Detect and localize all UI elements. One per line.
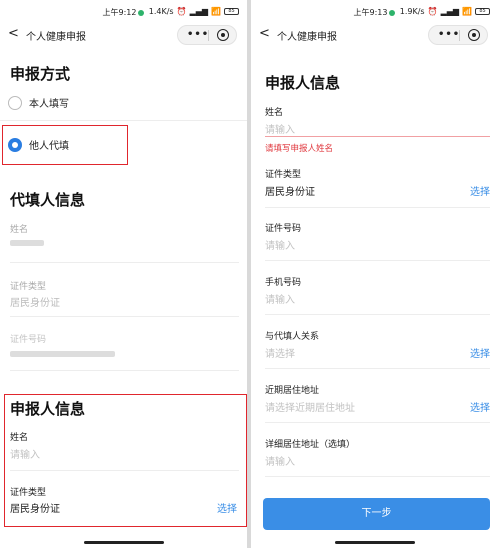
capsule-divider — [459, 30, 460, 41]
divider — [265, 422, 490, 423]
back-arrow-icon[interactable]: < — [259, 26, 270, 41]
back-arrow-icon[interactable]: < — [8, 26, 19, 41]
reporter-name-label: 姓名 — [10, 433, 29, 443]
status-bar: 上午9:12 1.4K/s ⏰ ▂▄▆ 📶 85 — [0, 0, 247, 22]
more-dots-icon[interactable]: ••• — [187, 29, 209, 40]
wechat-dot-icon — [138, 10, 145, 16]
divider — [265, 476, 490, 477]
idtype-label: 证件类型 — [265, 170, 302, 180]
reporter-idtype-select[interactable]: 选择 — [217, 500, 237, 515]
method-heading: 申报方式 — [10, 65, 71, 83]
reporter-idtype-label: 证件类型 — [10, 488, 47, 498]
page-title: 个人健康申报 — [26, 32, 86, 43]
phone-input[interactable]: 请输入 — [265, 291, 295, 306]
alarm-icon: ⏰ — [176, 7, 187, 16]
redacted-idnum — [10, 351, 115, 357]
idtype-select[interactable]: 选择 — [470, 183, 490, 198]
wifi-icon: 📶 — [211, 7, 221, 16]
screenshot-composite: 上午9:12 1.4K/s ⏰ ▂▄▆ 📶 85 < 个人健康申报 ••• 申报… — [0, 0, 498, 548]
reporter-heading: 申报人信息 — [10, 400, 86, 418]
radio-proxy[interactable]: 他人代填 — [8, 137, 69, 152]
left-screen: 上午9:12 1.4K/s ⏰ ▂▄▆ 📶 85 < 个人健康申报 ••• 申报… — [0, 0, 247, 548]
name-error-text: 请填写申报人姓名 — [265, 144, 334, 154]
signal-icon: ▂▄▆ — [440, 7, 460, 16]
recent-addr-input[interactable]: 请选择近期居住地址 — [265, 399, 355, 414]
signal-icon: ▂▄▆ — [189, 7, 209, 16]
relation-input[interactable]: 请选择 — [265, 345, 295, 360]
close-target-icon[interactable] — [468, 29, 480, 41]
battery-icon: 85 — [475, 8, 490, 15]
radio-self-label: 本人填写 — [29, 99, 69, 110]
net-speed: 1.9K/s — [399, 7, 425, 16]
divider — [265, 207, 490, 208]
divider — [10, 470, 239, 471]
reporter-name-input[interactable]: 请输入 — [10, 446, 40, 461]
divider — [10, 262, 239, 263]
battery-icon: 85 — [224, 8, 239, 15]
name-input[interactable]: 请输入 — [265, 121, 295, 136]
next-step-button[interactable]: 下一步 — [263, 498, 490, 530]
detail-addr-label: 详细居住地址（选填） — [265, 440, 356, 450]
radio-proxy-label: 他人代填 — [29, 141, 69, 152]
idnum-input[interactable]: 请输入 — [265, 237, 295, 252]
wifi-icon: 📶 — [462, 7, 472, 16]
radio-self[interactable]: 本人填写 — [8, 95, 69, 110]
recent-addr-label: 近期居住地址 — [265, 386, 320, 396]
status-time: 上午9:12 — [102, 8, 137, 17]
wechat-dot-icon — [389, 10, 396, 16]
close-target-icon[interactable] — [217, 29, 229, 41]
right-screen: 上午9:13 1.9K/s ⏰ ▂▄▆ 📶 85 < 个人健康申报 ••• 申报… — [251, 0, 498, 548]
proxy-idnum-label: 证件号码 — [10, 335, 47, 345]
capsule-divider — [208, 30, 209, 41]
status-time: 上午9:13 — [353, 8, 388, 17]
home-indicator[interactable] — [334, 541, 415, 544]
status-bar: 上午9:13 1.9K/s ⏰ ▂▄▆ 📶 85 — [251, 0, 498, 22]
nav-bar: < 个人健康申报 ••• — [251, 22, 498, 48]
recent-addr-select[interactable]: 选择 — [470, 399, 490, 414]
reporter-idtype-value: 居民身份证 — [10, 504, 60, 515]
idtype-value: 居民身份证 — [265, 187, 315, 198]
divider — [265, 314, 490, 315]
divider — [265, 368, 490, 369]
proxy-name-label: 姓名 — [10, 225, 29, 235]
miniprogram-capsule: ••• — [177, 25, 237, 45]
radio-checked-icon — [8, 137, 22, 152]
radio-circle-icon — [8, 95, 22, 110]
detail-addr-input[interactable]: 请输入 — [265, 453, 295, 468]
divider — [10, 370, 239, 371]
idnum-label: 证件号码 — [265, 224, 302, 234]
redacted-name — [10, 240, 44, 246]
relation-label: 与代填人关系 — [265, 332, 320, 342]
name-error-underline — [265, 136, 490, 137]
divider — [0, 120, 247, 121]
page-title: 个人健康申报 — [277, 32, 337, 43]
divider — [265, 260, 490, 261]
reporter-heading: 申报人信息 — [265, 74, 341, 92]
phone-label: 手机号码 — [265, 278, 302, 288]
name-label: 姓名 — [265, 108, 284, 118]
more-dots-icon[interactable]: ••• — [438, 29, 460, 40]
divider — [10, 316, 239, 317]
proxy-idtype-value: 居民身份证 — [10, 298, 60, 309]
relation-select[interactable]: 选择 — [470, 345, 490, 360]
alarm-icon: ⏰ — [427, 7, 438, 16]
proxy-heading: 代填人信息 — [10, 191, 86, 209]
proxy-idtype-label: 证件类型 — [10, 282, 47, 292]
nav-bar: < 个人健康申报 ••• — [0, 22, 247, 48]
miniprogram-capsule: ••• — [428, 25, 488, 45]
net-speed: 1.4K/s — [148, 7, 174, 16]
home-indicator[interactable] — [83, 541, 164, 544]
